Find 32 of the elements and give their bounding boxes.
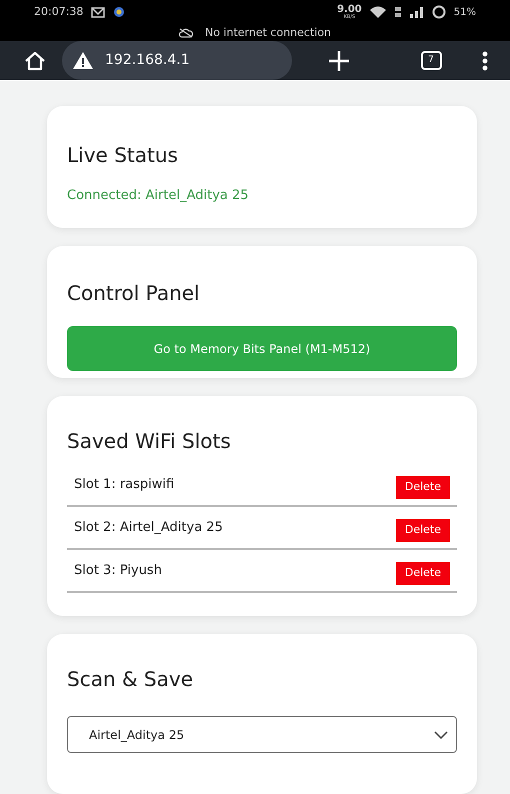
delete-button[interactable]: Delete: [396, 562, 450, 585]
home-icon[interactable]: [24, 50, 46, 70]
mail-icon: [91, 6, 106, 18]
battery-icon: [432, 5, 446, 20]
card-title: Control Panel: [67, 280, 201, 307]
card-title: Saved WiFi Slots: [67, 428, 232, 455]
address-bar[interactable]: 192.168.4.1: [62, 41, 292, 80]
card-title: Live Status: [67, 142, 179, 169]
network-speed: 9.00: [337, 4, 362, 15]
memory-bits-button[interactable]: Go to Memory Bits Panel (M1-M512): [67, 326, 457, 371]
selected-network: Airtel_Aditya 25: [89, 726, 184, 744]
battery-level: 51%: [454, 6, 476, 20]
wifi-icon: [370, 6, 386, 18]
tab-count[interactable]: 7: [420, 51, 442, 70]
chevron-down-icon: [434, 730, 448, 738]
new-tab-icon[interactable]: [328, 50, 350, 72]
clock: 20:07:38: [34, 4, 84, 20]
slot-label: Slot 3: Piyush: [74, 562, 162, 580]
delete-button[interactable]: Delete: [396, 476, 450, 499]
slot-label: Slot 1: raspiwifi: [74, 476, 174, 494]
signal-icon: [410, 6, 424, 18]
connection-status: Connected: Airtel_Aditya 25: [67, 187, 250, 205]
app-icon: [113, 6, 126, 18]
offline-message: No internet connection: [204, 24, 332, 40]
slot-label: Slot 2: Airtel_Aditya 25: [74, 518, 223, 537]
card-title: Scan & Save: [67, 666, 194, 693]
warning-icon: [73, 52, 93, 69]
delete-button[interactable]: Delete: [396, 519, 450, 542]
url-text: 192.168.4.1: [105, 51, 190, 70]
cloud-off-icon: [178, 28, 193, 38]
menu-icon[interactable]: [482, 50, 488, 70]
network-select[interactable]: Airtel_Aditya 25: [67, 716, 457, 753]
